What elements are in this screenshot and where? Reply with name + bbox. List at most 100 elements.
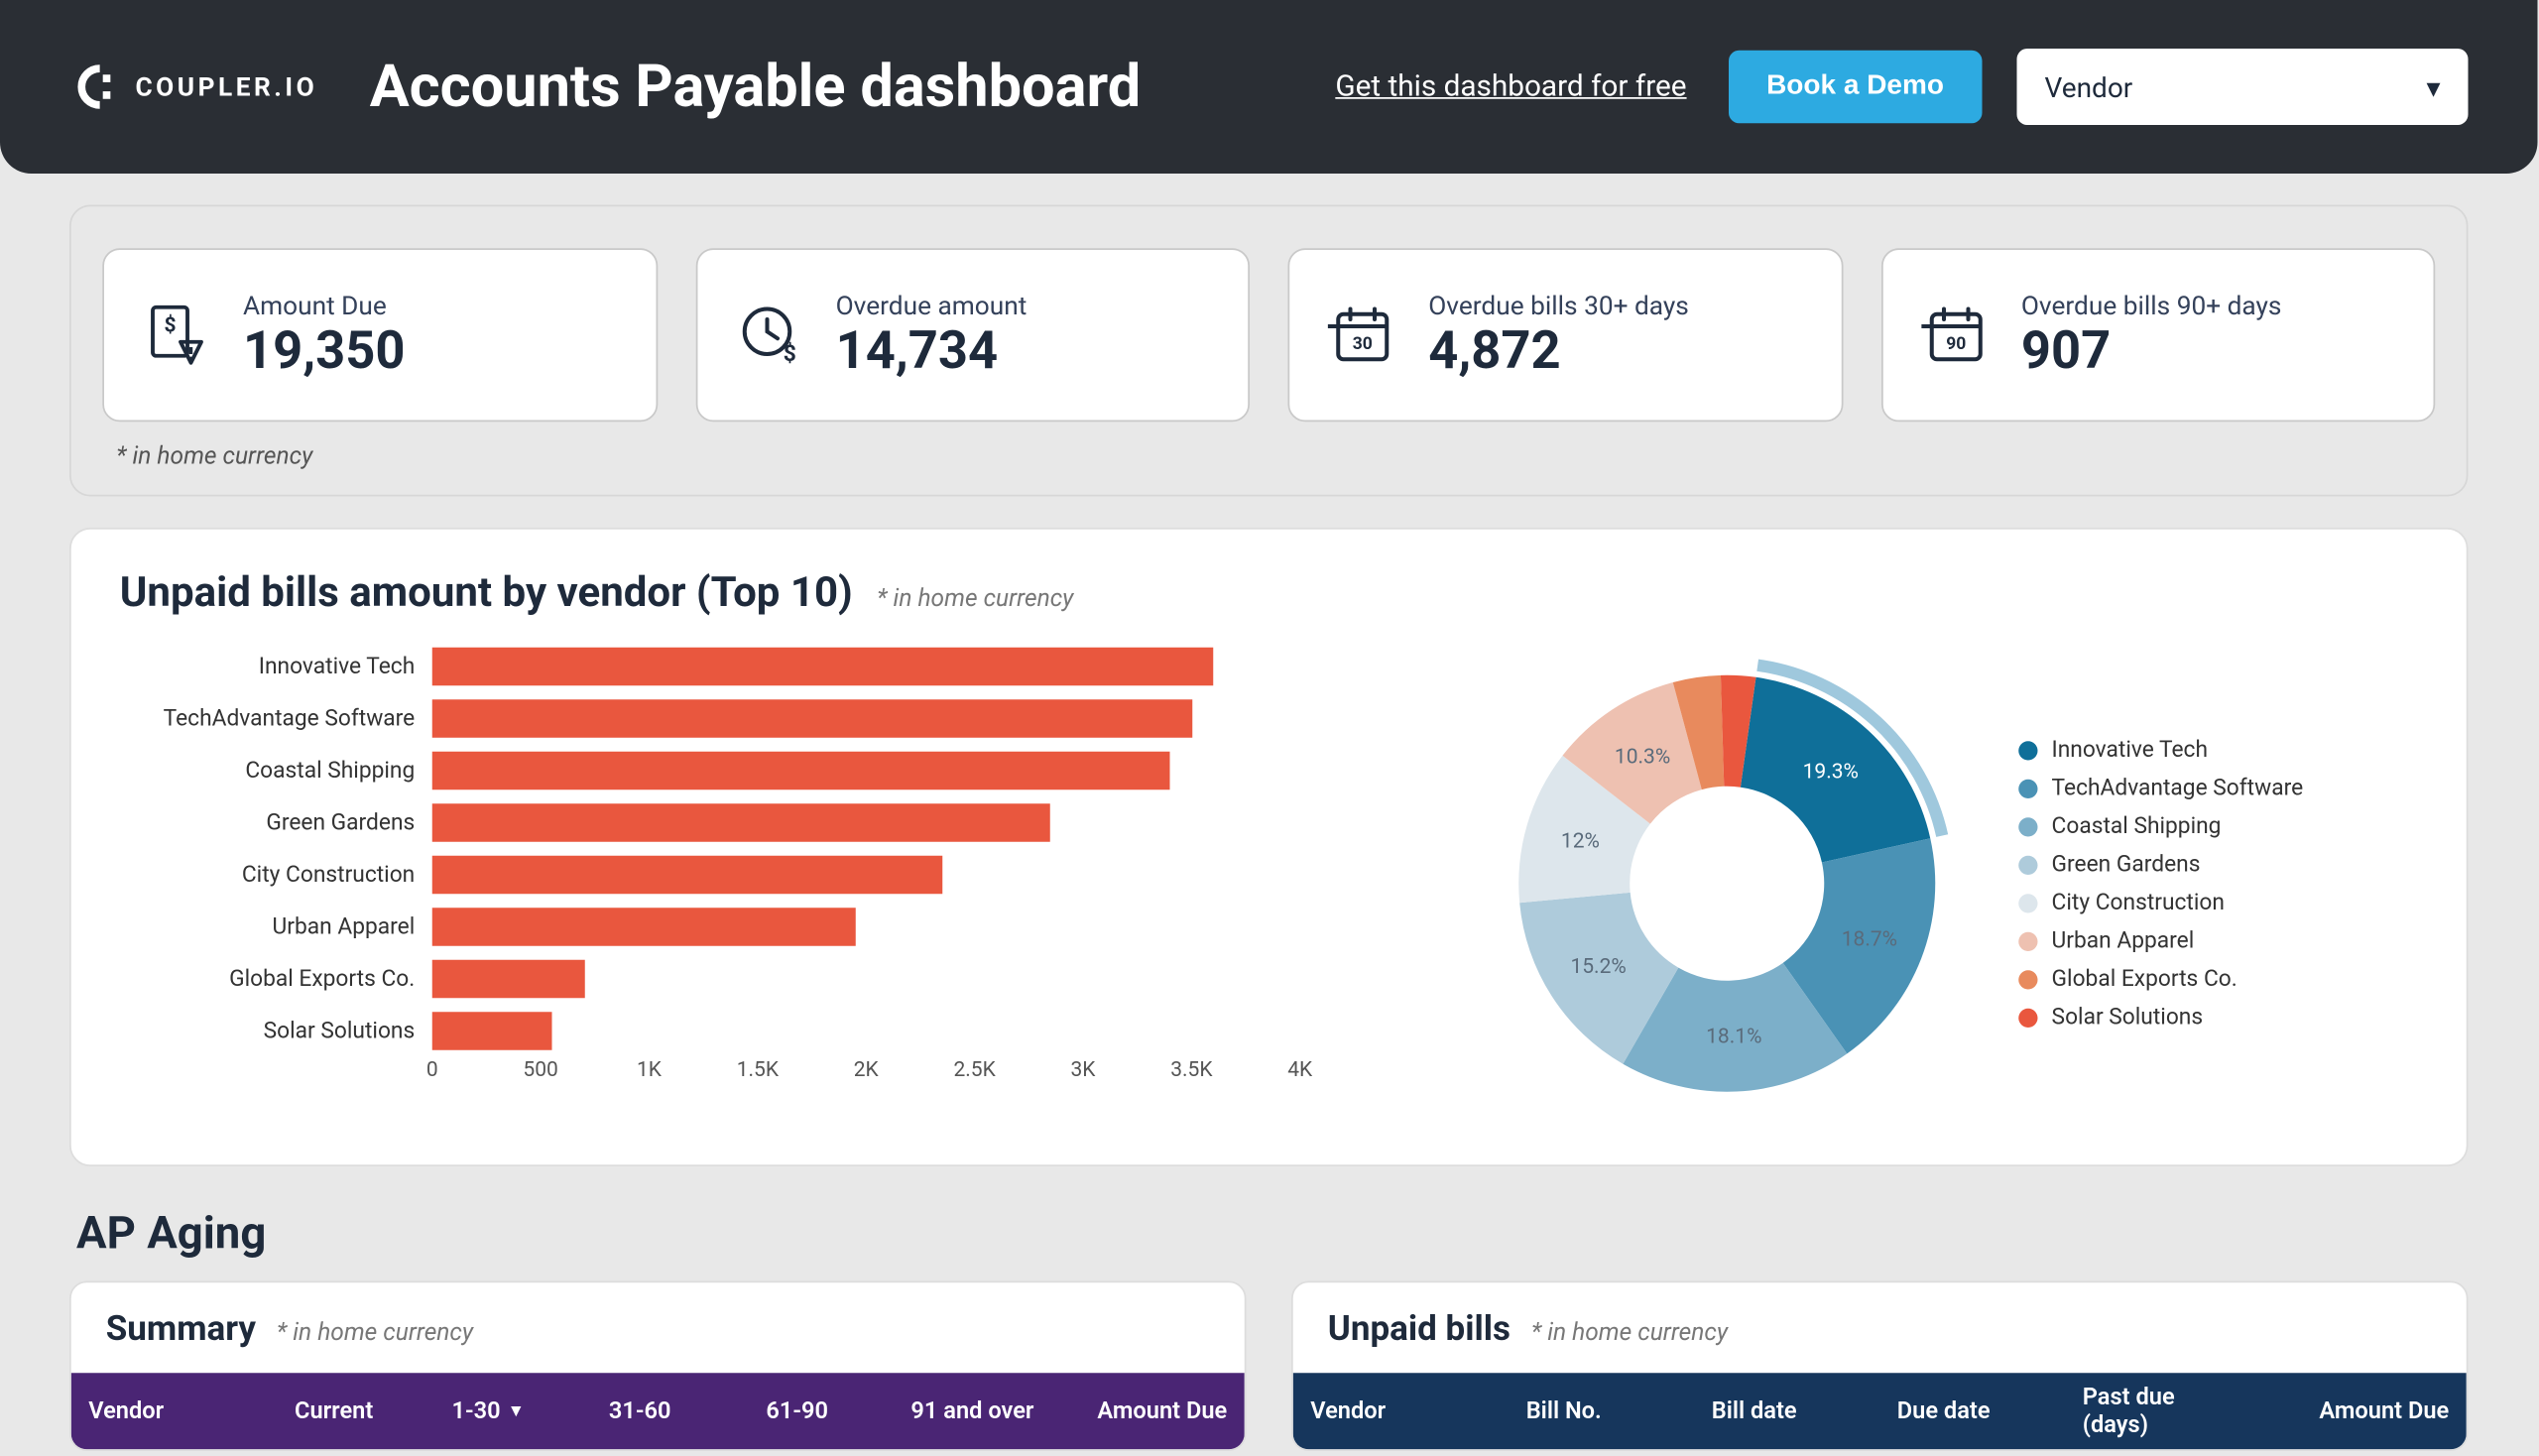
caret-down-icon: ▾ [2426, 70, 2440, 103]
calendar-90-icon: 90 [1920, 301, 1990, 370]
legend-label: Global Exports Co. [2052, 966, 2237, 992]
bar-label: Global Exports Co. [120, 966, 432, 992]
unpaid-title: Unpaid bills [1328, 1307, 1511, 1349]
bar-row: Innovative Tech [120, 641, 1335, 693]
bar-fill [432, 1012, 551, 1050]
legend-item[interactable]: Innovative Tech [2018, 737, 2303, 763]
brand-logo: COUPLER.IO [69, 62, 317, 111]
legend-item[interactable]: City Construction [2018, 890, 2303, 915]
th-31-60[interactable]: 31-60 [591, 1397, 748, 1425]
bar-row: Coastal Shipping [120, 745, 1335, 797]
th-past-due[interactable]: Past due (days) [2065, 1384, 2250, 1439]
legend-label: Solar Solutions [2052, 1004, 2204, 1030]
kpi-label: Overdue bills 30+ days [1428, 289, 1689, 320]
th-vendor[interactable]: Vendor [1293, 1397, 1509, 1425]
vendor-panel-note: * in home currency [877, 585, 1073, 613]
unpaid-table-header: Vendor Bill No. Bill date Due date Past … [1293, 1373, 2467, 1449]
kpi-value: 907 [2021, 320, 2282, 381]
svg-text:30: 30 [1353, 334, 1373, 354]
legend-label: Green Gardens [2052, 851, 2201, 877]
topbar: COUPLER.IO Accounts Payable dashboard Ge… [0, 0, 2538, 174]
legend-label: City Construction [2052, 890, 2225, 915]
summary-panel: Summary * in home currency Vendor Curren… [69, 1281, 1247, 1452]
th-current[interactable]: Current [278, 1397, 434, 1425]
bar-row: TechAdvantage Software [120, 692, 1335, 745]
th-bill-date[interactable]: Bill date [1694, 1397, 1879, 1425]
bar-fill [432, 752, 1170, 790]
legend-label: TechAdvantage Software [2052, 775, 2304, 800]
svg-text:$: $ [783, 340, 795, 367]
unpaid-panel: Unpaid bills * in home currency Vendor B… [1291, 1281, 2469, 1452]
bar-label: City Construction [120, 862, 432, 888]
kpi-label: Amount Due [243, 289, 406, 320]
bar-label: Coastal Shipping [120, 758, 432, 784]
svg-text:$: $ [164, 313, 176, 337]
bar-fill [432, 856, 942, 895]
legend-item[interactable]: Coastal Shipping [2018, 813, 2303, 839]
legend-dot-icon [2018, 740, 2037, 759]
kpi-overdue-90: 90 Overdue bills 90+ days 907 [1880, 248, 2435, 422]
legend-dot-icon [2018, 1008, 2037, 1027]
vendor-panel: Unpaid bills amount by vendor (Top 10) *… [69, 528, 2469, 1166]
bar-fill [432, 908, 856, 946]
kpi-label: Overdue bills 90+ days [2021, 289, 2282, 320]
kpi-overdue-amount: $ Overdue amount 14,734 [695, 248, 1250, 422]
legend-item[interactable]: Urban Apparel [2018, 927, 2303, 953]
th-amount-due[interactable]: Amount Due [1075, 1397, 1245, 1425]
bar-fill [432, 699, 1192, 738]
legend-label: Urban Apparel [2052, 927, 2195, 953]
legend-label: Coastal Shipping [2052, 813, 2222, 839]
legend-dot-icon [2018, 931, 2037, 950]
kpi-label: Overdue amount [836, 289, 1028, 320]
legend-item[interactable]: Global Exports Co. [2018, 966, 2303, 992]
th-bill-no[interactable]: Bill No. [1509, 1397, 1694, 1425]
th-vendor[interactable]: Vendor [71, 1397, 278, 1425]
bar-row: Solar Solutions [120, 1005, 1335, 1057]
th-61-90[interactable]: 61-90 [749, 1397, 894, 1425]
kpi-amount-due: $ Amount Due 19,350 [102, 248, 657, 422]
donut-chart: 19.3%18.7%18.1%15.2%12%10.3% [1484, 641, 1970, 1127]
ap-aging-heading: AP Aging [76, 1208, 2469, 1261]
kpi-value: 19,350 [243, 320, 406, 381]
legend-item[interactable]: Green Gardens [2018, 851, 2303, 877]
vendor-panel-title: Unpaid bills amount by vendor (Top 10) [120, 567, 853, 616]
vendor-select[interactable]: Vendor ▾ [2017, 49, 2469, 125]
legend-dot-icon [2018, 855, 2037, 874]
bar-row: Global Exports Co. [120, 953, 1335, 1006]
get-dashboard-link[interactable]: Get this dashboard for free [1335, 69, 1686, 104]
bar-fill [432, 960, 584, 999]
bar-fill [432, 803, 1050, 842]
legend-label: Innovative Tech [2052, 737, 2208, 763]
th-91-over[interactable]: 91 and over [894, 1397, 1075, 1425]
summary-table-header: Vendor Current 1-30▼ 31-60 61-90 91 and … [71, 1373, 1245, 1449]
calendar-30-icon: 30 [1328, 301, 1397, 370]
book-demo-button[interactable]: Book a Demo [1729, 51, 1983, 124]
coupler-logo-icon [69, 62, 118, 111]
invoice-warning-icon: $ [143, 301, 212, 370]
donut-slice-label: 15.2% [1571, 955, 1627, 979]
bar-row: City Construction [120, 849, 1335, 902]
bar-label: Solar Solutions [120, 1018, 432, 1043]
donut-chart-area: 19.3%18.7%18.1%15.2%12%10.3% Innovative … [1370, 641, 2418, 1127]
kpi-overdue-30: 30 Overdue bills 30+ days 4,872 [1288, 248, 1843, 422]
th-1-30[interactable]: 1-30▼ [434, 1397, 591, 1425]
kpi-footnote: * in home currency [116, 442, 2435, 470]
x-tick: 2K [854, 1057, 879, 1082]
vendor-select-label: Vendor [2045, 70, 2133, 103]
kpi-value: 14,734 [836, 320, 1028, 381]
bar-label: TechAdvantage Software [120, 705, 432, 731]
donut-slice-label: 19.3% [1803, 761, 1859, 785]
donut-legend: Innovative Tech TechAdvantage Software Coa… [2018, 737, 2303, 1031]
x-tick: 1K [637, 1057, 662, 1082]
donut-slice-label: 10.3% [1615, 745, 1670, 769]
x-tick: 0 [426, 1057, 438, 1082]
th-due-date[interactable]: Due date [1879, 1397, 2065, 1425]
x-tick: 4K [1287, 1057, 1312, 1082]
page-title: Accounts Payable dashboard [370, 53, 1142, 122]
donut-slice-label: 18.1% [1706, 1026, 1761, 1049]
legend-item[interactable]: Solar Solutions [2018, 1004, 2303, 1030]
bar-fill [432, 648, 1214, 686]
th-amount-due[interactable]: Amount Due [2250, 1397, 2466, 1425]
kpi-section: $ Amount Due 19,350 $ Overdue amount [69, 205, 2469, 497]
legend-item[interactable]: TechAdvantage Software [2018, 775, 2303, 800]
